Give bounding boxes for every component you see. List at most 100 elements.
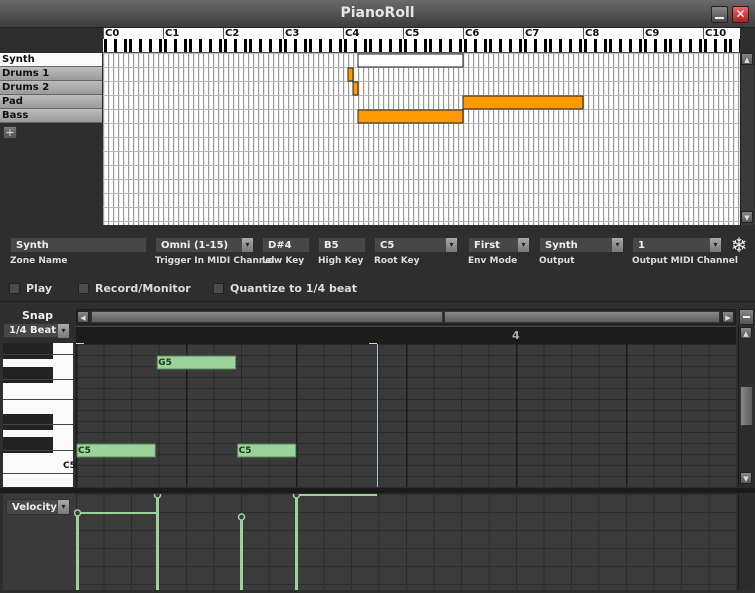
track-item[interactable]: Drums 1 (0, 67, 102, 81)
scroll-thumb-secondary[interactable] (444, 311, 720, 323)
keyboard-key[interactable] (129, 39, 132, 52)
keyboard-key[interactable] (104, 39, 107, 52)
track-item[interactable]: Bass (0, 109, 102, 123)
roll-vertical-scrollbar[interactable]: ▲ ▼ (738, 326, 754, 487)
keyboard-key[interactable] (164, 39, 167, 52)
keyboard-key[interactable] (284, 39, 287, 52)
keyboard-key[interactable] (544, 39, 547, 52)
black-key[interactable] (3, 414, 53, 430)
black-key[interactable] (3, 343, 53, 359)
keyboard-key[interactable] (704, 39, 707, 52)
close-icon[interactable]: ✕ (732, 6, 749, 23)
scroll-right-icon[interactable]: ▶ (722, 311, 734, 323)
zone-name-field[interactable]: Synth (10, 237, 147, 253)
note-grid[interactable]: G5 C5 C5 (76, 344, 736, 487)
keyboard-key[interactable] (499, 39, 502, 52)
trigger-channel-select[interactable]: Omni (1-15) (155, 237, 254, 253)
keyboard-key[interactable] (244, 39, 247, 52)
keyboard-key[interactable] (644, 39, 647, 52)
keyboard-key[interactable] (189, 39, 192, 52)
keyboard-key[interactable] (354, 39, 357, 52)
keyboard-key[interactable] (414, 39, 417, 52)
keyboard-key[interactable] (219, 39, 222, 52)
keyboard-key[interactable] (714, 39, 717, 52)
track-item[interactable]: Pad (0, 95, 102, 109)
keyboard-key[interactable] (199, 39, 202, 52)
keyboard-key[interactable] (724, 39, 727, 52)
keyboard-key[interactable] (174, 39, 177, 52)
keyboard-key[interactable] (124, 39, 127, 52)
keyboard-key[interactable] (484, 39, 487, 52)
keyboard-key[interactable] (249, 39, 252, 52)
keyboard-key[interactable] (424, 39, 427, 52)
keyboard-key[interactable] (679, 39, 682, 52)
keyboard-key[interactable] (474, 39, 477, 52)
zone-grid-svg[interactable] (103, 53, 740, 225)
overview-vertical-scrollbar[interactable]: ▲ ▼ (740, 53, 754, 225)
keyboard-key[interactable] (619, 39, 622, 52)
scroll-thumb[interactable] (91, 311, 443, 323)
keyboard-key[interactable] (159, 39, 162, 52)
snap-select[interactable]: 1/4 Beat (3, 323, 70, 338)
keyboard-key[interactable] (739, 39, 740, 52)
minimize-icon[interactable] (711, 6, 728, 23)
keyboard-key[interactable] (584, 39, 587, 52)
keyboard-key[interactable] (664, 39, 667, 52)
keyboard-key[interactable] (439, 39, 442, 52)
splitter[interactable] (0, 488, 755, 493)
keyboard-key[interactable] (139, 39, 142, 52)
keyboard-key[interactable] (524, 39, 527, 52)
scroll-down-icon[interactable]: ▼ (740, 472, 752, 484)
keyboard-key[interactable] (559, 39, 562, 52)
velocity-vertical-scrollbar[interactable] (738, 494, 754, 590)
keyboard-key[interactable] (304, 39, 307, 52)
keyboard-key[interactable] (309, 39, 312, 52)
scroll-left-icon[interactable]: ◀ (77, 311, 89, 323)
keyboard-key[interactable] (579, 39, 582, 52)
keyboard-key[interactable] (429, 39, 432, 52)
scroll-up-icon[interactable]: ▲ (740, 327, 752, 339)
add-track-button[interactable]: + (3, 126, 17, 139)
keyboard-key[interactable] (459, 39, 462, 52)
keyboard-key[interactable] (594, 39, 597, 52)
keyboard-key[interactable] (339, 39, 342, 52)
keyboard-key[interactable] (519, 39, 522, 52)
keyboard-key[interactable] (389, 39, 392, 52)
keyboard-key[interactable] (184, 39, 187, 52)
keyboard-key[interactable] (269, 39, 272, 52)
keyboard-key[interactable] (234, 39, 237, 52)
keyboard-key[interactable] (224, 39, 227, 52)
keyboard-key[interactable] (464, 39, 467, 52)
keyboard-key[interactable] (549, 39, 552, 52)
keyboard-key[interactable] (729, 39, 732, 52)
keyboard-key[interactable] (329, 39, 332, 52)
keyboard-key[interactable] (149, 39, 152, 52)
keyboard-key[interactable] (259, 39, 262, 52)
output-select[interactable]: Synth (539, 237, 624, 253)
black-key[interactable] (3, 367, 53, 383)
low-key-field[interactable]: D#4 (262, 237, 310, 253)
keyboard-key[interactable] (509, 39, 512, 52)
gear-icon[interactable]: ❄ (728, 234, 750, 256)
scroll-down-icon[interactable]: ▼ (741, 211, 753, 223)
keyboard-key[interactable] (319, 39, 322, 52)
timeline-ruler[interactable]: LR (76, 326, 736, 352)
keyboard-key[interactable] (489, 39, 492, 52)
keyboard-key[interactable] (699, 39, 702, 52)
note-grid-svg[interactable]: G5 C5 C5 (76, 344, 736, 487)
keyboard-key[interactable] (404, 39, 407, 52)
play-checkbox[interactable] (9, 283, 20, 294)
keyboard-key[interactable] (209, 39, 212, 52)
velocity-lane-select[interactable]: Velocity (6, 499, 70, 515)
keyboard-key[interactable] (654, 39, 657, 52)
zoom-out-button[interactable] (739, 309, 754, 325)
scroll-thumb[interactable] (740, 386, 753, 426)
record-checkbox[interactable] (78, 283, 89, 294)
keyboard-key[interactable] (279, 39, 282, 52)
horizontal-scrollbar[interactable]: ◀ ▶ (76, 309, 736, 325)
keyboard-key[interactable] (534, 39, 537, 52)
keyboard-key[interactable] (629, 39, 632, 52)
keyboard-key[interactable] (449, 39, 452, 52)
keyboard-key[interactable] (669, 39, 672, 52)
output-midi-channel-select[interactable]: 1 (632, 237, 722, 253)
